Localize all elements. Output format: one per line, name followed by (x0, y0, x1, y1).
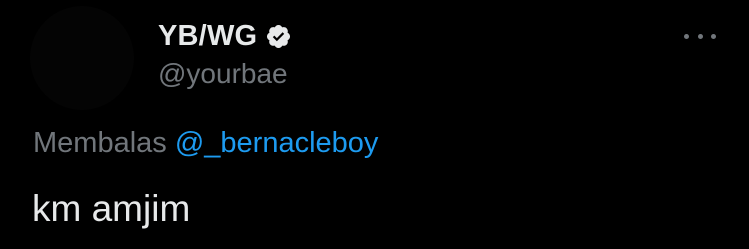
reply-prefix: Membalas (33, 127, 167, 159)
more-dot-icon (711, 33, 716, 39)
author-avatar[interactable] (30, 6, 134, 110)
author-name-row: YB/WG (158, 16, 292, 56)
reply-to-handle-link[interactable]: @_bernacleboy (175, 127, 379, 159)
author-display-name[interactable]: YB/WG (158, 20, 257, 53)
reply-context: Membalas @_bernacleboy (33, 127, 378, 160)
more-dot-icon (684, 33, 689, 39)
author-handle[interactable]: @yourbae (158, 58, 288, 90)
verified-badge-icon (265, 23, 292, 50)
more-dot-icon (697, 33, 703, 39)
more-options-icon[interactable] (684, 26, 716, 46)
tweet-text: km amjim (32, 188, 191, 229)
